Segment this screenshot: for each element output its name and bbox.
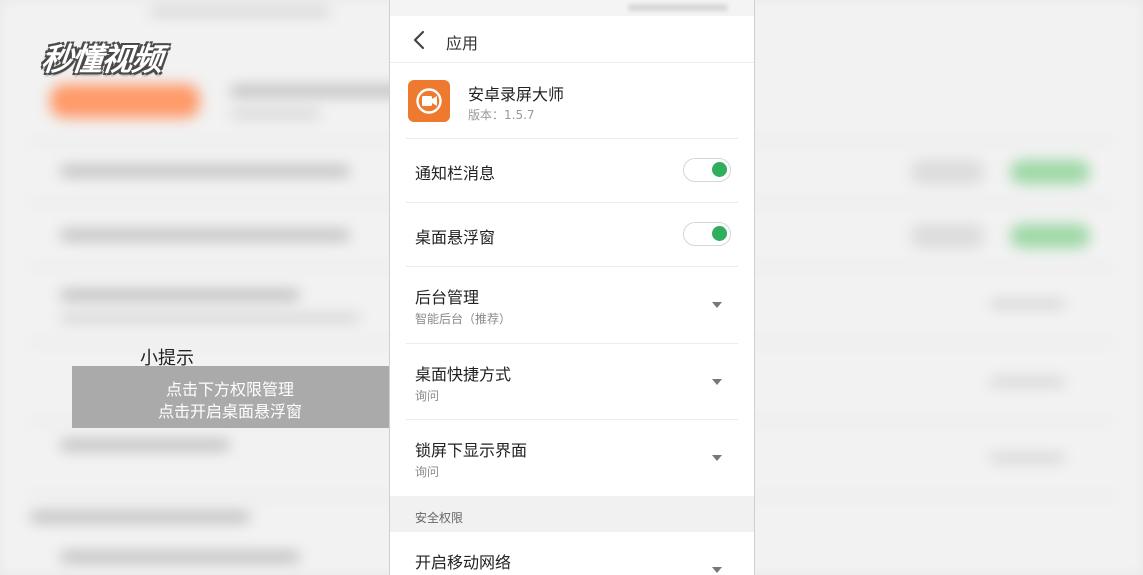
chevron-down-icon[interactable] (712, 567, 722, 573)
setting-title: 开启移动网络 (415, 553, 512, 572)
setting-floating-window[interactable]: 桌面悬浮窗 (390, 203, 754, 267)
toggle-knob (712, 162, 727, 177)
setting-value: 询问 (415, 389, 440, 403)
tip-line-2: 点击开启桌面悬浮窗 (157, 402, 302, 421)
app-header: 应用 (390, 16, 754, 63)
status-bar (390, 0, 754, 16)
setting-desktop-shortcut[interactable]: 桌面快捷方式 询问 (390, 344, 754, 420)
app-name: 安卓录屏大师 (468, 85, 565, 104)
setting-value: 智能后台（推荐） (415, 312, 512, 326)
setting-title: 后台管理 (415, 288, 480, 307)
page-title: 应用 (446, 34, 479, 53)
setting-title: 锁屏下显示界面 (415, 441, 528, 460)
screen: 秒懂视频 小提示 点击下方权限管理 点击开启桌面悬浮窗 应用 安卓录屏大师 版本… (0, 0, 1143, 575)
setting-lock-screen-display[interactable]: 锁屏下显示界面 询问 (390, 420, 754, 496)
toggle-knob (712, 226, 727, 241)
chevron-down-icon[interactable] (712, 302, 722, 308)
floating-window-toggle[interactable] (683, 222, 731, 246)
setting-title: 桌面悬浮窗 (415, 228, 496, 247)
app-info: 安卓录屏大师 版本：1.5.7 (390, 63, 754, 139)
setting-notification[interactable]: 通知栏消息 (390, 139, 754, 203)
setting-background-management[interactable]: 后台管理 智能后台（推荐） (390, 267, 754, 344)
status-icons (628, 4, 728, 11)
screen-recorder-app-icon (408, 80, 450, 122)
setting-title: 桌面快捷方式 (415, 365, 512, 384)
chevron-left-icon[interactable] (410, 30, 430, 50)
tip-line-1: 点击下方权限管理 (165, 380, 294, 399)
app-version: 版本：1.5.7 (468, 108, 535, 122)
watermark-logo: 秒懂视频 (39, 42, 164, 78)
section-label: 安全权限 (415, 511, 464, 525)
chevron-down-icon[interactable] (712, 379, 722, 385)
section-header-security: 安全权限 (390, 496, 754, 532)
chevron-down-icon[interactable] (712, 455, 722, 461)
notification-toggle[interactable] (683, 158, 731, 182)
setting-value: 询问 (415, 465, 440, 479)
setting-title: 通知栏消息 (415, 164, 496, 183)
setting-mobile-network[interactable]: 开启移动网络 (390, 532, 754, 575)
phone-screen: 应用 安卓录屏大师 版本：1.5.7 通知栏消息 桌面悬浮窗 后台管理 智能后台… (390, 0, 754, 575)
